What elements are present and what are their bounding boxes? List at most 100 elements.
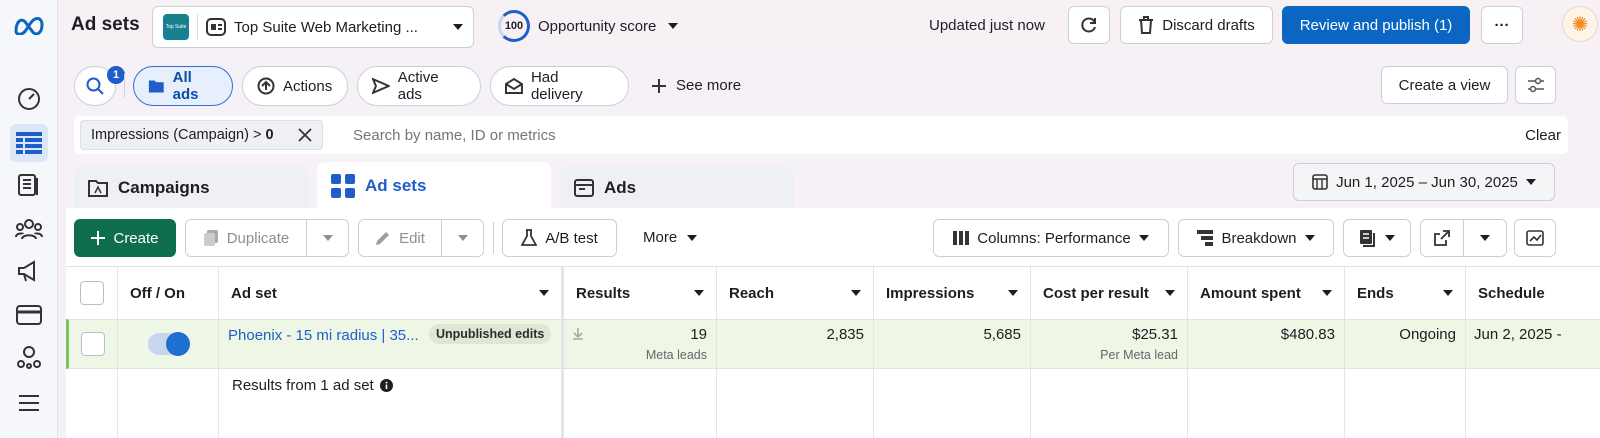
column-header-impressions[interactable]: Impressions [874,267,1031,319]
chip-actions[interactable]: Actions [242,66,348,106]
column-header-cost-per-result[interactable]: Cost per result [1031,267,1188,319]
tab-ad-sets[interactable]: Ad sets [317,162,551,210]
chevron-down-icon [1165,290,1175,296]
chevron-down-icon [539,290,549,296]
column-header-schedule[interactable]: Schedule [1466,267,1600,319]
opportunity-score-ring: 100 [498,10,530,42]
account-name: Top Suite Web Marketing ... [234,18,418,36]
clear-filters-button[interactable]: Clear [1525,127,1561,144]
more-menu-button[interactable]: More [643,229,698,246]
results-type: Meta leads [645,348,707,362]
duplicate-button[interactable]: Duplicate [185,219,307,257]
envelope-icon [505,78,523,94]
breakdown-icon [1197,230,1214,246]
breakdown-label: Breakdown [1221,229,1297,247]
edit-button[interactable]: Edit [358,219,442,257]
more-label: More [643,229,678,246]
search-input[interactable] [353,121,1253,149]
tab-campaigns[interactable]: Campaigns [74,166,308,210]
column-divider [66,369,118,438]
close-icon[interactable] [297,128,312,142]
active-filter-pill[interactable]: Impressions (Campaign) > 0 [80,120,323,150]
tab-label: Ad sets [365,176,427,195]
info-icon[interactable] [379,379,393,392]
active-filter-name: Impressions (Campaign) > [91,127,262,143]
breakdown-button[interactable]: Breakdown [1178,219,1334,257]
view-settings-button[interactable] [1515,66,1556,104]
more-options-button[interactable]: ··· [1481,6,1523,44]
column-divider [874,369,1031,438]
account-selector[interactable]: Top Suite Top Suite Web Marketing ... [152,6,474,48]
edit-dropdown[interactable] [441,219,484,257]
meta-logo-icon[interactable] [10,6,48,44]
chevron-down-icon [1138,235,1149,241]
opportunity-score[interactable]: 100 Opportunity score [498,10,679,42]
chip-label: Had delivery [530,69,583,103]
column-divider [118,369,219,438]
download-arrow-icon [573,328,583,340]
schedule-value: Jun 2, 2025 - [1474,326,1562,343]
ads-manager-table-icon[interactable] [10,124,48,162]
discard-drafts-button[interactable]: Discard drafts [1120,6,1273,44]
refresh-button[interactable] [1068,6,1110,44]
tab-ads[interactable]: Ads [560,166,794,210]
schedule-cell: Jun 2, 2025 - [1466,319,1600,369]
date-range-picker[interactable]: Jun 1, 2025 – Jun 30, 2025 [1293,163,1555,201]
business-network-icon[interactable] [10,338,48,376]
column-header-amount-spent[interactable]: Amount spent [1188,267,1345,319]
refresh-icon [1081,17,1096,33]
column-divider [717,369,874,438]
export-button[interactable] [1420,219,1464,257]
amount-spent-cell: $480.83 [1188,319,1345,369]
chip-all-ads[interactable]: All ads [133,66,233,106]
menu-hamburger-icon[interactable] [10,384,48,422]
select-all-checkbox[interactable] [79,281,104,305]
header-label: Impressions [886,284,975,302]
ad-set-name-link[interactable]: Phoenix - 15 mi radius | 35... [228,327,419,344]
header-label: Off / On [130,284,185,302]
row-checkbox[interactable] [81,332,105,356]
export-dropdown[interactable] [1463,219,1507,257]
duplicate-dropdown[interactable] [306,219,349,257]
divider [493,222,494,254]
plus-icon [91,231,106,245]
pages-icon[interactable] [10,166,48,204]
ad-window-icon [574,179,594,197]
ab-test-button[interactable]: A/B test [502,219,617,257]
megaphone-icon[interactable] [10,252,48,290]
search-icon [86,77,104,95]
create-button[interactable]: Create [74,219,176,257]
column-divider [1345,369,1466,438]
chip-active-ads[interactable]: Active ads [357,66,481,106]
results-summary-text: Results from 1 ad set [232,377,374,394]
chevron-down-icon [1322,290,1332,296]
impressions-cell: 5,685 [874,319,1031,369]
create-view-button[interactable]: Create a view [1381,66,1508,104]
column-header-ends[interactable]: Ends [1345,267,1466,319]
column-header-results[interactable]: Results [564,267,717,319]
header-label: Schedule [1478,284,1545,302]
avatar[interactable]: ✺ [1562,6,1598,42]
audiences-people-icon[interactable] [10,210,48,248]
dashboard-gauge-icon[interactable] [10,80,48,118]
ends-value: Ongoing [1399,326,1456,343]
chip-label: All ads [172,69,199,103]
reports-button[interactable] [1343,219,1411,257]
on-off-toggle[interactable] [148,332,190,356]
ad-set-name-cell: Phoenix - 15 mi radius | 35... Unpublish… [219,319,564,369]
column-header-reach[interactable]: Reach [717,267,874,319]
calendar-icon [1312,174,1328,190]
main-area: Ad sets Top Suite Top Suite Web Marketin… [58,0,1600,438]
chip-had-delivery[interactable]: Had delivery [490,66,629,106]
columns-button[interactable]: Columns: Performance [933,219,1169,257]
chip-label: Actions [283,77,333,95]
plus-icon [652,78,666,93]
discard-drafts-label: Discard drafts [1162,16,1255,34]
column-header-ad-set[interactable]: Ad set [219,267,564,319]
see-more-button[interactable]: See more [652,77,741,94]
billing-card-icon[interactable] [10,296,48,334]
charts-button[interactable] [1514,219,1556,257]
review-and-publish-button[interactable]: Review and publish (1) [1282,6,1470,44]
select-all-column [66,267,118,319]
column-header-off-on[interactable]: Off / On [118,267,219,319]
